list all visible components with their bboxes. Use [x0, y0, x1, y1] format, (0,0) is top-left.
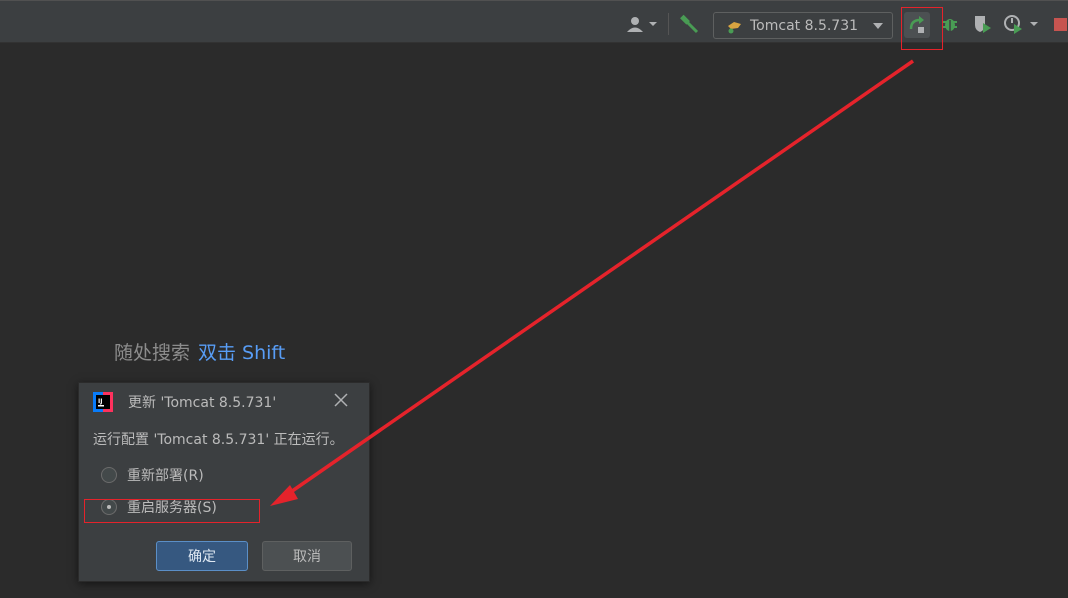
debug-icon [943, 19, 957, 31]
user-dropdown-button[interactable] [624, 13, 660, 35]
profile-button[interactable] [1002, 13, 1042, 35]
arrow-shaft [284, 59, 914, 498]
tomcat-icon [728, 21, 741, 33]
stop-button[interactable] [1050, 13, 1068, 35]
restart-option-highlight [84, 499, 260, 523]
profile-icon [1004, 15, 1038, 34]
radio-redeploy[interactable] [101, 467, 117, 483]
option-redeploy-label: 重新部署(R) [127, 468, 204, 484]
user-icon [627, 17, 657, 32]
chevron-down-icon [873, 22, 883, 29]
toolbar-separator [668, 13, 669, 35]
hammer-icon [680, 14, 699, 34]
stop-icon [1054, 18, 1067, 31]
cancel-button[interactable]: 取消 [262, 541, 352, 571]
search-everywhere-hint: 随处搜索 双击 Shift [114, 338, 285, 365]
run-config-label: Tomcat 8.5.731 [750, 17, 859, 34]
update-button-highlight [901, 7, 943, 50]
dialog-title-bar: IJ 更新 'Tomcat 8.5.731' [79, 383, 369, 419]
build-button[interactable] [676, 13, 702, 35]
dialog-title: 更新 'Tomcat 8.5.731' [128, 395, 277, 411]
dialog-message: 运行配置 'Tomcat 8.5.731' 正在运行。 [93, 432, 344, 448]
run-configuration-selector[interactable]: Tomcat 8.5.731 [713, 12, 893, 39]
update-dialog: IJ 更新 'Tomcat 8.5.731' 运行配置 'Tomcat 8.5.… [78, 382, 370, 582]
svg-text:IJ: IJ [98, 398, 102, 405]
search-everywhere-label: 随处搜索 [114, 342, 191, 364]
ok-button[interactable]: 确定 [156, 541, 248, 571]
option-redeploy[interactable]: 重新部署(R) [101, 465, 204, 485]
close-icon[interactable] [334, 393, 348, 407]
search-everywhere-shortcut: 双击 Shift [198, 342, 286, 364]
intellij-logo-icon: IJ [93, 392, 113, 412]
coverage-icon [975, 16, 991, 33]
run-with-coverage-button[interactable] [971, 13, 993, 35]
